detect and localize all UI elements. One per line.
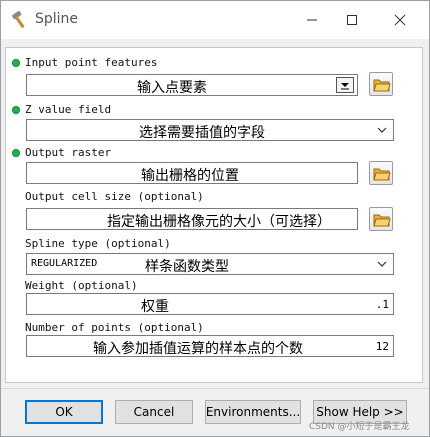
ok-button[interactable]: OK — [25, 400, 103, 424]
number-of-points-label: Number of points (optional) — [25, 321, 204, 334]
folder-open-icon — [373, 79, 391, 92]
required-indicator — [12, 59, 20, 67]
chevron-down-icon — [377, 127, 387, 133]
spline-type-label: Spline type (optional) — [25, 237, 171, 250]
number-of-points-value: 输入参加插值运算的样本点的个数 — [93, 341, 303, 357]
output-raster-browse-button[interactable] — [369, 161, 393, 185]
number-of-points-input[interactable]: 输入参加插值运算的样本点的个数 12 — [26, 335, 394, 357]
spline-type-select[interactable]: REGULARIZED 样条函数类型 — [26, 253, 394, 275]
close-button[interactable] — [377, 1, 423, 39]
input-point-features-value: 输入点要素 — [137, 80, 207, 96]
cancel-button[interactable]: Cancel — [115, 400, 193, 424]
number-of-points-number: 12 — [375, 340, 389, 353]
minimize-icon — [307, 19, 317, 21]
input-point-features-combo[interactable]: 输入点要素 — [26, 74, 358, 96]
input-point-features-label: Input point features — [25, 56, 158, 69]
weight-label: Weight (optional) — [25, 279, 138, 292]
folder-open-icon — [373, 168, 391, 181]
spline-tool-window: Spline Input point features 输入点要素 Z valu… — [0, 0, 430, 437]
output-cell-size-input[interactable]: 指定输出栅格像元的大小（可选择） — [26, 208, 358, 230]
weight-value: 权重 — [141, 299, 169, 315]
weight-input[interactable]: 权重 .1 — [26, 293, 394, 315]
maximize-icon — [347, 15, 357, 25]
output-cell-size-label: Output cell size (optional) — [25, 190, 204, 203]
close-icon — [394, 14, 406, 26]
footer-divider — [1, 388, 429, 389]
dropdown-arrow-icon — [341, 83, 349, 90]
environments-button[interactable]: Environments... — [205, 400, 301, 424]
input-point-features-browse-button[interactable] — [369, 72, 393, 96]
required-indicator — [12, 106, 20, 114]
maximize-button[interactable] — [329, 1, 375, 39]
parameters-panel[interactable]: Input point features 输入点要素 Z value field… — [5, 47, 423, 383]
output-raster-value: 输出栅格的位置 — [141, 168, 239, 184]
title-bar: Spline — [1, 1, 429, 39]
output-cell-size-value: 指定输出栅格像元的大小（可选择） — [107, 214, 331, 230]
watermark: CSDN @小短于是霸王龙 — [309, 422, 410, 432]
output-cell-size-browse-button[interactable] — [369, 207, 393, 231]
hammer-icon — [11, 10, 25, 28]
required-indicator — [12, 149, 20, 157]
spline-type-selected: REGULARIZED — [31, 258, 98, 269]
spline-type-value: 样条函数类型 — [145, 259, 229, 275]
z-value-field-select[interactable]: 选择需要插值的字段 — [26, 119, 394, 141]
folder-open-icon — [373, 214, 391, 227]
weight-number: .1 — [375, 298, 389, 311]
output-raster-label: Output raster — [25, 146, 112, 159]
input-point-features-dropdown[interactable] — [336, 77, 354, 93]
window-title: Spline — [35, 11, 79, 27]
output-raster-input[interactable]: 输出栅格的位置 — [26, 162, 358, 184]
z-value-field-label: Z value field — [25, 103, 112, 116]
chevron-down-icon — [377, 261, 387, 267]
z-value-field-value: 选择需要插值的字段 — [139, 125, 265, 141]
